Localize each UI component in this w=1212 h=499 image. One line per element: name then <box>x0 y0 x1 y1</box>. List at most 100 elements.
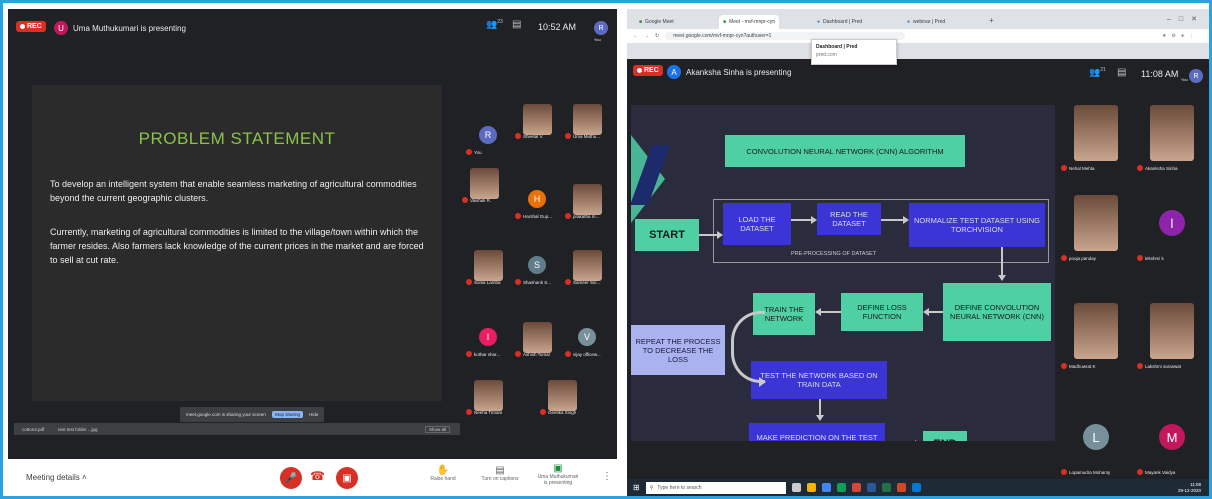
participant-tile[interactable]: Vvijay officew... <box>563 315 611 359</box>
participant-name: Neeha Tirnani <box>466 409 502 415</box>
file-explorer-icon[interactable] <box>806 483 816 492</box>
arrow-head <box>815 308 821 316</box>
extension-icons[interactable]: ★⚙●⋮ <box>1162 33 1199 39</box>
user-avatar[interactable]: R <box>1189 69 1203 83</box>
repeat-process-node: REPEAT THE PROCESS TO DECREASE THE LOSS <box>631 325 725 375</box>
participant-name: Sonia Lamba <box>466 279 501 285</box>
participant-avatar: M <box>1159 424 1185 450</box>
word-icon[interactable] <box>866 483 876 492</box>
microphone-off-button[interactable]: 🎤 <box>280 467 302 489</box>
participant-tile[interactable]: Ashish Tomar <box>513 315 561 359</box>
forward-icon[interactable]: → <box>644 33 649 39</box>
people-icon[interactable]: 👥21 <box>1089 67 1106 78</box>
back-icon[interactable]: ← <box>633 33 638 39</box>
hand-icon: ✋ <box>436 465 450 476</box>
show-all-button[interactable]: Show all <box>424 425 450 433</box>
participant-tile[interactable]: M Mayank Vaidya <box>1135 397 1209 477</box>
participant-tile[interactable]: Akanksha Sinha <box>1135 93 1209 173</box>
participant-tile[interactable]: Madhuwrat K <box>1059 291 1133 371</box>
participant-tile[interactable]: Uma Muthu... <box>563 97 611 141</box>
browser-tab[interactable]: ● webinar | Pred <box>903 15 949 29</box>
presenter-banner: U Uma Muthukumari is presenting <box>54 21 186 35</box>
participant-tile[interactable]: Lakshmi saraswat <box>1135 291 1209 371</box>
app-icon[interactable] <box>836 483 846 492</box>
browser-tab[interactable]: ● Dashboard | Pred <box>813 15 866 29</box>
recording-label: REC <box>27 23 42 30</box>
participant-tile[interactable]: H Harshal Gup... <box>513 177 561 221</box>
stop-sharing-button[interactable]: Stop sharing <box>271 411 304 418</box>
tab-favicon-icon: ■ <box>723 19 727 25</box>
hide-button[interactable]: Hide <box>309 412 318 417</box>
taskbar-search-box[interactable]: ⚲ Type here to search <box>645 481 786 494</box>
participant-tile[interactable]: Neeha Tirnani <box>464 373 512 417</box>
participant-tile[interactable]: S Shashank S... <box>513 243 561 287</box>
captions-button[interactable]: ▤ Turn on captions <box>480 465 520 482</box>
participant-tile[interactable]: Ikothar shar... <box>464 315 512 359</box>
participant-avatar: L <box>1083 424 1109 450</box>
participant-tile[interactable]: Nehal Mehta <box>1059 93 1133 173</box>
participant-avatar: l <box>1159 210 1185 236</box>
participant-tile[interactable]: prakatha m... <box>563 177 611 221</box>
participant-avatar: S <box>528 256 546 274</box>
participant-tile[interactable]: Sonia Lamba <box>464 243 512 287</box>
new-tab-icon[interactable]: + <box>989 16 994 25</box>
user-avatar[interactable]: R <box>594 21 608 35</box>
arrow-head <box>915 440 921 441</box>
presenting-button[interactable]: ▣ Uma Muthukumari is presenting <box>536 463 580 486</box>
chat-icon[interactable]: ▤ <box>512 19 521 30</box>
participant-name: prakatha m... <box>565 213 599 219</box>
powerpoint-icon[interactable] <box>896 483 906 492</box>
presenter-text: Akanksha Sinha is presenting <box>686 67 792 77</box>
chrome-icon[interactable] <box>851 483 861 492</box>
participant-name: You <box>466 149 482 155</box>
people-icon[interactable]: 👥23 <box>486 19 503 30</box>
camera-off-button[interactable]: ▣ <box>336 467 358 489</box>
edge-icon[interactable] <box>911 483 921 492</box>
participant-name: Akanksha Sinha <box>1137 165 1178 171</box>
meeting-details-button[interactable]: Meeting details ˄ <box>26 473 87 482</box>
windows-start-icon[interactable]: ⊞ <box>633 483 640 492</box>
participant-name: Madhuwrat K <box>1061 363 1096 369</box>
participant-tile[interactable]: R You <box>464 113 512 157</box>
windows-taskbar: ⊞ ⚲ Type here to search 11:08 29-12-2020 <box>627 479 1209 496</box>
participant-tile[interactable]: pooja panday <box>1059 183 1133 263</box>
more-options-icon[interactable]: ⋮ <box>602 471 612 482</box>
task-view-icon[interactable] <box>791 483 801 492</box>
participant-tile[interactable]: Sheetal V. <box>513 97 561 141</box>
mic-off-icon: 🎤 <box>284 472 298 484</box>
clock-time: 11:08 AM <box>1141 69 1179 79</box>
excel-icon[interactable] <box>881 483 891 492</box>
chat-icon[interactable]: ▤ <box>1117 67 1126 78</box>
address-bar-row: ← → ↻ meet.google.com/mvf-mnpr-cyn?authu… <box>627 29 1209 43</box>
presented-slide: PROBLEM STATEMENT To develop an intellig… <box>32 85 442 401</box>
browser-tab-active[interactable]: ■ Meet - mvf-mnpr-cyn <box>719 15 780 29</box>
app-icon[interactable] <box>821 483 831 492</box>
browser-tab[interactable]: ■ Google Meet <box>635 15 678 29</box>
window-controls[interactable]: –□✕ <box>1167 15 1205 23</box>
end-node: END <box>923 431 967 441</box>
arrow-head <box>816 415 824 421</box>
reload-icon[interactable]: ↻ <box>655 33 659 39</box>
arrow-head <box>717 231 723 239</box>
hang-up-icon[interactable]: ☎ <box>310 469 325 483</box>
participant-video <box>572 249 602 281</box>
participant-tile[interactable]: l lekshmi k <box>1135 183 1209 263</box>
cnn-flowchart-slide: CONVOLUTION NEURAL NETWORK (CNN) ALGORIT… <box>631 105 1055 441</box>
loop-arrow <box>731 311 765 383</box>
participant-video <box>1074 303 1118 359</box>
participant-video <box>469 167 499 199</box>
participant-name: Uma Muthu... <box>565 133 600 139</box>
define-cnn-node: DEFINE CONVOLUTION NEURAL NETWORK (CNN) <box>943 283 1051 341</box>
participant-tile[interactable]: L Lopamudra Mohanty <box>1059 397 1133 477</box>
arrow-head <box>998 275 1006 281</box>
participant-tile[interactable]: Geetika Singh <box>538 373 586 417</box>
arrow <box>881 219 905 221</box>
participant-tile[interactable]: Sameer Sin... <box>563 243 611 287</box>
participant-name: Nehal Mehta <box>1061 165 1095 171</box>
participant-name: Sameer Sin... <box>565 279 600 285</box>
participant-tile[interactable]: Vaishali R. <box>460 161 508 205</box>
raise-hand-button[interactable]: ✋ Raise hand <box>428 465 458 482</box>
download-item[interactable]: cotton4.pdf <box>22 427 44 432</box>
presenting-label: Uma Muthukumari is presenting <box>537 474 579 486</box>
download-item[interactable]: test test folder ...jpg <box>58 427 97 432</box>
